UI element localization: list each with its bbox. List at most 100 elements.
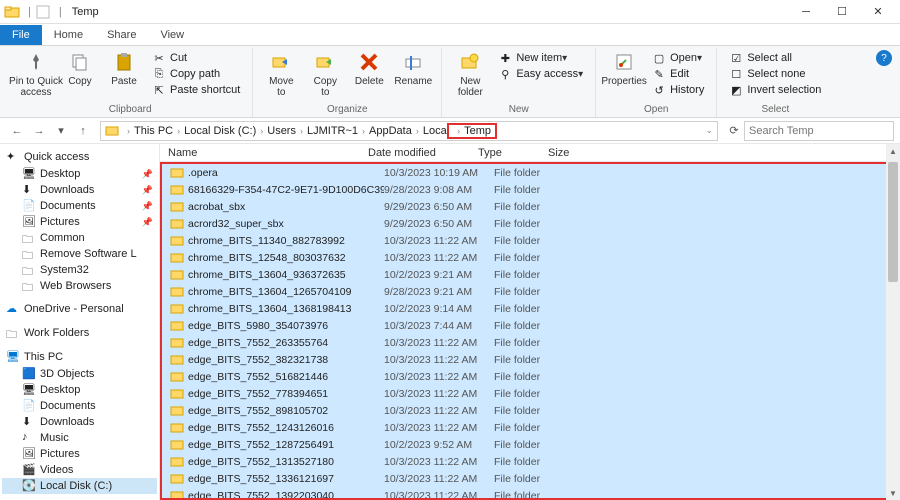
sidebar-item[interactable]: 🗀Web Browsers [2,278,157,294]
paste-button[interactable]: Paste [102,48,146,89]
column-type[interactable]: Type [478,147,548,159]
file-row[interactable]: edge_BITS_7552_38232173810/3/2023 11:22 … [162,351,898,368]
sidebar-item[interactable]: 🖼Pictures [2,446,157,462]
back-button[interactable]: ← [6,120,28,142]
scroll-up-button[interactable]: ▲ [886,144,900,158]
invert-selection-button[interactable]: ◩Invert selection [727,82,823,98]
breadcrumb-bar[interactable]: ›This PC ›Local Disk (C:) ›Users ›LJMITR… [100,121,718,141]
column-name[interactable]: Name [168,147,368,159]
file-row[interactable]: edge_BITS_7552_133612169710/3/2023 11:22… [162,470,898,487]
folder-icon [170,387,184,401]
sidebar-item[interactable]: 🟦3D Objects [2,366,157,382]
sidebar-item[interactable]: 🗀Common [2,230,157,246]
properties-button[interactable]: Properties [602,48,646,89]
breadcrumb[interactable]: ›This PC [123,125,173,137]
file-row[interactable]: edge_BITS_7552_51682144610/3/2023 11:22 … [162,368,898,385]
folder-icon [170,319,184,333]
breadcrumb[interactable]: ›LJMITR~1 [296,125,358,137]
new-folder-icon [458,50,482,74]
file-row[interactable]: chrome_BITS_13604_93637263510/2/2023 9:2… [162,266,898,283]
sidebar-item[interactable]: 🖥Desktop📌 [2,166,157,182]
copy-button[interactable]: Copy [58,48,102,89]
minimize-button[interactable]: ─ [788,0,824,24]
qat-icon[interactable] [35,4,51,20]
select-none-button[interactable]: ☐Select none [727,66,823,82]
file-row[interactable]: acrobat_sbx9/29/2023 6:50 AMFile folder [162,198,898,215]
sidebar-item[interactable]: 💽Local Disk (C:) [2,478,157,494]
easy-access-button[interactable]: ⚲Easy access ▾ [496,66,585,82]
maximize-button[interactable]: ☐ [824,0,860,24]
sidebar-item[interactable]: 🖥Desktop [2,382,157,398]
recent-button[interactable]: ▾ [50,120,72,142]
scroll-down-button[interactable]: ▼ [886,486,900,500]
move-to-button[interactable]: Move to [259,48,303,100]
sidebar-item[interactable]: 🗀Remove Software L [2,246,157,262]
file-row[interactable]: edge_BITS_7552_131352718010/3/2023 11:22… [162,453,898,470]
search-input[interactable] [749,125,889,137]
breadcrumb-dropdown[interactable]: ⌄ [705,125,713,136]
refresh-button[interactable]: ⟳ [724,121,744,141]
column-date[interactable]: Date modified [368,147,478,159]
file-row[interactable]: edge_BITS_7552_128725649110/2/2023 9:52 … [162,436,898,453]
item-icon: 🖥 [22,167,36,181]
sidebar-item[interactable]: 📄Documents📌 [2,198,157,214]
sidebar-item[interactable]: 🗀System32 [2,262,157,278]
help-icon[interactable]: ? [876,50,892,66]
sidebar-item[interactable]: ⬇Downloads [2,414,157,430]
file-list[interactable]: .opera10/3/2023 10:19 AMFile folder68166… [160,162,900,500]
pin-to-quick-access-button[interactable]: Pin to Quick access [14,48,58,100]
history-button[interactable]: ↺History [650,82,706,98]
new-item-button[interactable]: ✚New item ▾ [496,50,585,66]
sidebar-onedrive[interactable]: ☁OneDrive - Personal [2,300,157,318]
copy-path-button[interactable]: ⎘Copy path [150,66,242,82]
file-row[interactable]: edge_BITS_7552_89810570210/3/2023 11:22 … [162,402,898,419]
column-size[interactable]: Size [548,147,598,159]
tab-file[interactable]: File [0,25,42,45]
delete-button[interactable]: Delete [347,48,391,89]
file-row[interactable]: edge_BITS_5980_35407397610/3/2023 7:44 A… [162,317,898,334]
tab-home[interactable]: Home [42,25,95,45]
file-row[interactable]: acrord32_super_sbx9/29/2023 6:50 AMFile … [162,215,898,232]
sidebar-quick-access[interactable]: ✦Quick access [2,148,157,166]
sidebar-item[interactable]: ⬇Downloads📌 [2,182,157,198]
sidebar-item[interactable]: ♪Music [2,430,157,446]
rename-button[interactable]: Rename [391,48,435,89]
breadcrumb[interactable]: ›Local Disk (C:) [173,125,256,137]
file-row[interactable]: 68166329-F354-47C2-9E71-9D100D6C39049/28… [162,181,898,198]
file-row[interactable]: chrome_BITS_13604_12657041099/28/2023 9:… [162,283,898,300]
scrollbar[interactable]: ▲ ▼ [886,144,900,500]
cut-button[interactable]: ✂Cut [150,50,242,66]
up-button[interactable]: ↑ [72,120,94,142]
file-row[interactable]: .opera10/3/2023 10:19 AMFile folder [162,164,898,181]
select-none-icon: ☐ [729,67,743,81]
open-button[interactable]: ▢Open ▾ [650,50,706,66]
sidebar-item[interactable]: 📄Documents [2,398,157,414]
file-row[interactable]: edge_BITS_7552_26335576410/3/2023 11:22 … [162,334,898,351]
tab-view[interactable]: View [148,25,196,45]
copy-to-button[interactable]: Copy to [303,48,347,100]
sidebar-this-pc[interactable]: 🖥This PC [2,348,157,366]
tab-share[interactable]: Share [95,25,148,45]
file-row[interactable]: edge_BITS_7552_77839465110/3/2023 11:22 … [162,385,898,402]
new-folder-button[interactable]: New folder [448,48,492,100]
file-row[interactable]: edge_BITS_7552_124312601610/3/2023 11:22… [162,419,898,436]
file-row[interactable]: edge_BITS_7552_139220304010/3/2023 11:22… [162,487,898,500]
sidebar-work-folders[interactable]: 🗀Work Folders [2,324,157,342]
breadcrumb-current[interactable]: ›Temp [447,123,497,139]
breadcrumb[interactable]: ›Users [256,125,296,137]
search-box[interactable] [744,121,894,141]
close-button[interactable]: ✕ [860,0,896,24]
breadcrumb[interactable]: ›AppData [358,125,412,137]
sidebar-item[interactable]: 🖼Pictures📌 [2,214,157,230]
sidebar-item[interactable]: 🎬Videos [2,462,157,478]
file-row[interactable]: chrome_BITS_13604_136819841310/2/2023 9:… [162,300,898,317]
file-row[interactable]: chrome_BITS_12548_80303763210/3/2023 11:… [162,249,898,266]
forward-button[interactable]: → [28,120,50,142]
ribbon-group-open: Properties ▢Open ▾ ✎Edit ↺History Open [596,48,717,117]
breadcrumb[interactable]: ›Local [412,125,449,137]
select-all-button[interactable]: ☑Select all [727,50,823,66]
paste-shortcut-button[interactable]: ⇱Paste shortcut [150,82,242,98]
scroll-thumb[interactable] [888,162,898,282]
edit-button[interactable]: ✎Edit [650,66,706,82]
file-row[interactable]: chrome_BITS_11340_88278399210/3/2023 11:… [162,232,898,249]
